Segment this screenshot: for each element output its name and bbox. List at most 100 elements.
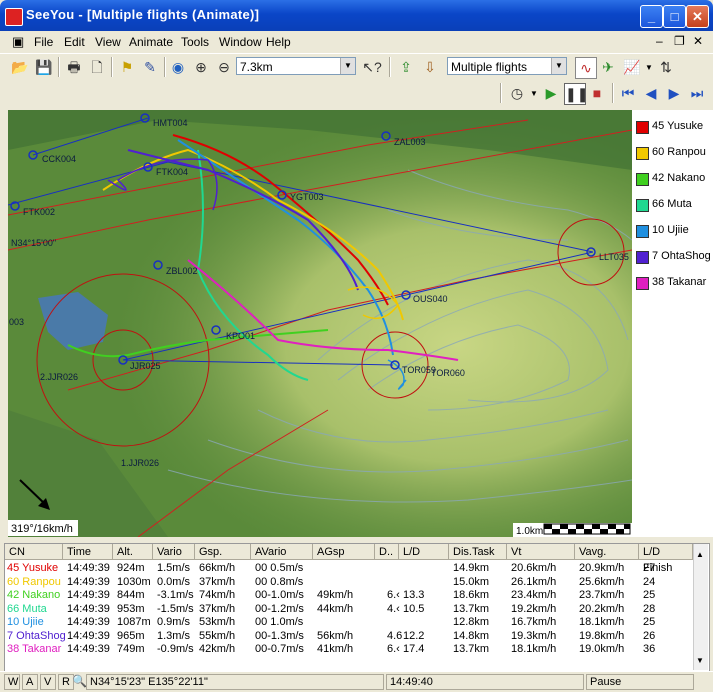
zoom-value: 7.3km (240, 60, 273, 74)
pause-icon[interactable]: ❚❚ (564, 83, 588, 105)
menu-tools[interactable]: Tools (181, 35, 209, 49)
column-header[interactable]: Vario (153, 544, 195, 560)
column-header[interactable]: AGsp (313, 544, 375, 560)
first-frame-icon[interactable]: ⏮ (618, 83, 638, 103)
turnpoint-label: HMT004 (153, 118, 188, 128)
menu-help[interactable]: Help (266, 35, 291, 49)
print-icon[interactable]: 🖶 (64, 57, 84, 77)
title-bar: SeeYou - [Multiple flights (Animate)] _ … (0, 0, 713, 31)
status-tab-v[interactable]: V (40, 674, 56, 690)
cell-cn: 7 OhtaShog (7, 629, 66, 642)
column-header[interactable]: L/D (399, 544, 449, 560)
legend-item[interactable]: 10 Ujiie (636, 223, 713, 239)
print-preview-icon[interactable]: 🗋 (87, 57, 107, 77)
cell-cn: 10 Ujiie (7, 616, 44, 628)
coordinate-label: N34°15'00" (11, 238, 56, 248)
column-header[interactable]: Vavg. (575, 544, 639, 560)
import-icon[interactable]: ⇪ (396, 57, 416, 77)
table-row[interactable]: 7 OhtaShog 14:49:39 965m 1.3m/s 55km/h 00-1.3… (5, 630, 693, 643)
stop-icon[interactable]: ■ (587, 83, 607, 103)
column-header[interactable]: CN (5, 544, 63, 560)
graph-icon[interactable]: 📈 (622, 57, 642, 77)
maximize-button[interactable]: □ (663, 5, 686, 28)
clock-icon[interactable]: ◷ (507, 83, 527, 103)
cell-ldf: 26 (643, 629, 656, 642)
toolbar-separator (111, 57, 113, 77)
turnpoint-label: YGT003 (290, 192, 324, 202)
legend-item[interactable]: 42 Nakano (636, 171, 713, 187)
zoom-combo[interactable]: 7.3km ▼ (236, 57, 356, 75)
chevron-down-icon[interactable]: ▼ (340, 58, 355, 74)
open-folder-icon[interactable]: 📂 (10, 57, 30, 77)
menu-window[interactable]: Window (219, 35, 262, 49)
mdi-minimize-icon[interactable]: – (656, 34, 663, 48)
color-swatch (636, 121, 649, 134)
scale-label: 1.0km (516, 526, 543, 537)
step-forward-icon[interactable]: ▶ (664, 83, 684, 103)
column-header[interactable]: AVario (251, 544, 313, 560)
barogram-icon[interactable]: ∿ (575, 57, 597, 79)
globe-icon[interactable]: ◉ (168, 57, 188, 77)
legend-item[interactable]: 38 Takanar (636, 275, 713, 291)
column-header[interactable]: Gsp. (195, 544, 251, 560)
cell-cn: 66 Muta (7, 602, 47, 615)
turnpoint-label: JJR025 (130, 361, 161, 371)
column-header[interactable]: D.. (375, 544, 399, 560)
export-icon[interactable]: ⇩ (420, 57, 440, 77)
document-icon[interactable]: ▣ (12, 34, 28, 50)
help-pointer-icon[interactable]: ↖? (362, 57, 382, 77)
menu-animate[interactable]: Animate (129, 35, 173, 49)
zoom-in-icon[interactable]: ⊕ (191, 57, 211, 77)
play-icon[interactable]: ▶ (541, 83, 561, 103)
chevron-down-icon[interactable]: ▼ (530, 89, 538, 98)
cell-vavg: 18.1km/h (579, 616, 625, 628)
waypoint-icon[interactable]: ⚑ (117, 57, 137, 77)
zoom-out-icon[interactable]: ⊖ (214, 57, 234, 77)
table-row[interactable]: 60 Ranpou 14:49:39 1030m 0.0m/s 37km/h 00 0.8… (5, 576, 693, 589)
task-icon[interactable]: ✎ (140, 57, 160, 77)
map-view[interactable]: HMT004 ZAL003 CCK004 FTK004 FTK002 YGT00… (8, 110, 632, 537)
status-tab-w[interactable]: W (4, 674, 20, 690)
column-header[interactable]: Alt. (113, 544, 153, 560)
chevron-down-icon[interactable]: ▼ (645, 63, 653, 72)
legend-item[interactable]: 7 OhtaShog (636, 249, 713, 265)
cell-alt: 1030m (117, 575, 151, 588)
table-row[interactable]: 42 Nakano 14:49:39 844m -3.1m/s 74km/h 00-1.0… (5, 589, 693, 602)
chevron-down-icon[interactable]: ▼ (696, 656, 704, 665)
menu-view[interactable]: View (95, 35, 121, 49)
statistics-icon[interactable]: ⇅ (656, 57, 676, 77)
mdi-close-icon[interactable]: ✕ (693, 34, 703, 48)
cell-dis: 14.8km (453, 629, 490, 642)
menu-edit[interactable]: Edit (64, 35, 85, 49)
chevron-down-icon[interactable]: ▼ (551, 58, 566, 74)
column-header[interactable]: Vt (507, 544, 575, 560)
save-icon[interactable]: 💾 (34, 57, 54, 77)
cell-gsp: 74km/h (199, 589, 236, 601)
legend-item[interactable]: 66 Muta (636, 197, 713, 213)
column-header[interactable]: L/D Finish (639, 544, 693, 574)
cell-vario: -3.1m/s (157, 589, 194, 601)
app-icon[interactable] (5, 8, 23, 26)
close-button[interactable]: ✕ (686, 5, 709, 28)
column-header[interactable]: Time (63, 544, 113, 560)
legend-item[interactable]: 60 Ranpou (636, 145, 713, 161)
status-tab-a[interactable]: A (22, 674, 38, 690)
column-header[interactable]: Dis.Task (449, 544, 507, 560)
step-back-icon[interactable]: ◀ (641, 83, 661, 103)
animation-state: Pause (586, 674, 694, 690)
menu-file[interactable]: File (34, 35, 53, 49)
table-row[interactable]: 10 Ujiie 14:49:39 1087m 0.9m/s 53km/h 00 1.0m… (5, 616, 693, 629)
table-row[interactable]: 66 Muta 14:49:39 953m -1.5m/s 37km/h 00-1.2m/… (5, 603, 693, 616)
view-mode-combo[interactable]: Multiple flights ▼ (447, 57, 567, 75)
last-frame-icon[interactable]: ⏭ (687, 83, 707, 103)
minimize-button[interactable]: _ (640, 5, 663, 28)
flights-icon[interactable]: ✈ (598, 57, 618, 77)
mdi-restore-icon[interactable]: ❐ (674, 34, 685, 48)
table-row[interactable]: 45 Yusuke 14:49:39 924m 1.5m/s 66km/h 00 0.5m… (5, 562, 693, 575)
chevron-up-icon[interactable]: ▲ (696, 550, 704, 559)
legend-item[interactable]: 45 Yusuke (636, 119, 713, 135)
table-scrollbar[interactable]: ▲ ▼ (693, 544, 708, 670)
table-row[interactable]: 38 Takanar 14:49:39 749m -0.9m/s 42km/h 00-0.… (5, 643, 693, 656)
toolbar-separator (500, 83, 502, 103)
map-canvas[interactable]: HMT004 ZAL003 CCK004 FTK004 FTK002 YGT00… (8, 110, 632, 537)
